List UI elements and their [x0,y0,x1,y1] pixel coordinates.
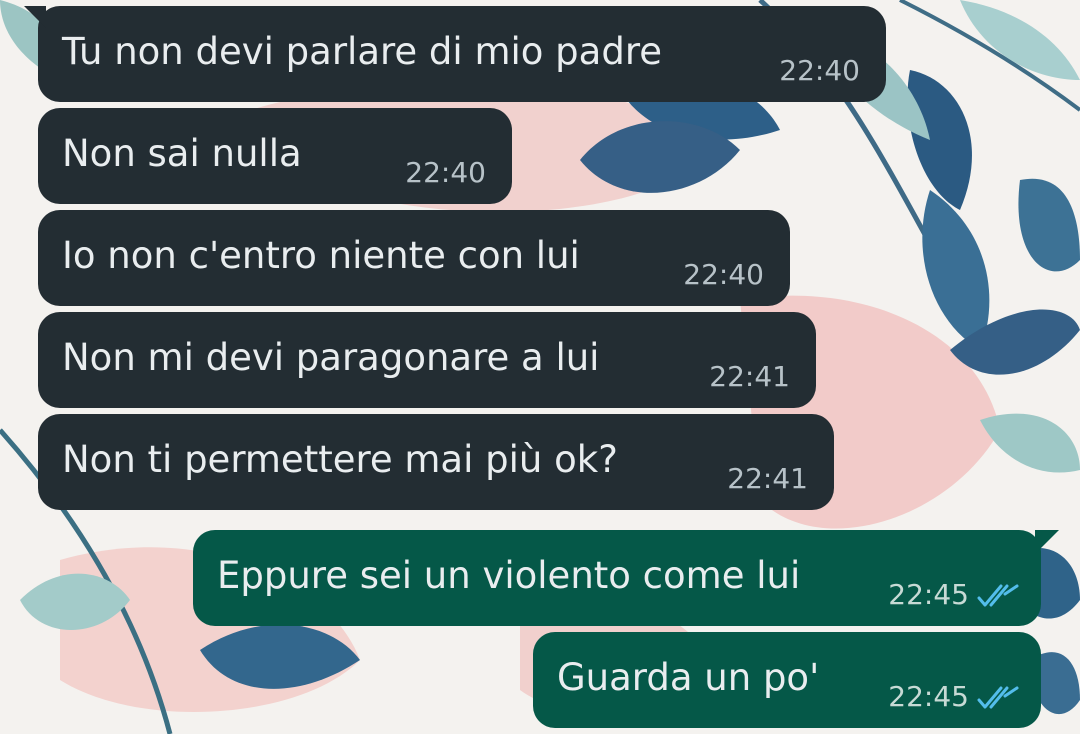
message-timestamp: 22:40 [683,258,764,291]
message-text: Guarda un po' [557,656,820,699]
message-text: Io non c'entro niente con lui [62,234,580,277]
message-bubble-incoming[interactable]: Non sai nulla 22:40 [38,108,512,204]
read-ticks-icon [977,584,1019,607]
message-timestamp: 22:40 [779,54,860,87]
message-bubble-incoming[interactable]: Tu non devi parlare di mio padre 22:40 [24,6,886,102]
message-timestamp: 22:41 [727,462,808,495]
message-timestamp: 22:41 [709,360,790,393]
message-bubble-incoming[interactable]: Non mi devi paragonare a lui 22:41 [38,312,816,408]
message-text: Non sai nulla [62,132,302,175]
message-text: Tu non devi parlare di mio padre [62,30,662,73]
message-bubble-outgoing[interactable]: Eppure sei un violento come lui 22:45 [193,530,1059,626]
message-text: Eppure sei un violento come lui [217,554,801,597]
message-timestamp: 22:40 [405,156,486,189]
message-timestamp: 22:45 [888,680,969,713]
bubble-tail [1035,530,1059,554]
message-text: Non mi devi paragonare a lui [62,336,600,379]
message-bubble-incoming[interactable]: Io non c'entro niente con lui 22:40 [38,210,790,306]
read-ticks-icon [977,686,1019,709]
bubble-tail [24,6,46,28]
message-bubble-incoming[interactable]: Non ti permettere mai più ok? 22:41 [38,414,834,510]
message-text: Non ti permettere mai più ok? [62,438,618,481]
message-timestamp: 22:45 [888,578,969,611]
message-bubble-outgoing[interactable]: Guarda un po' 22:45 [533,632,1041,728]
